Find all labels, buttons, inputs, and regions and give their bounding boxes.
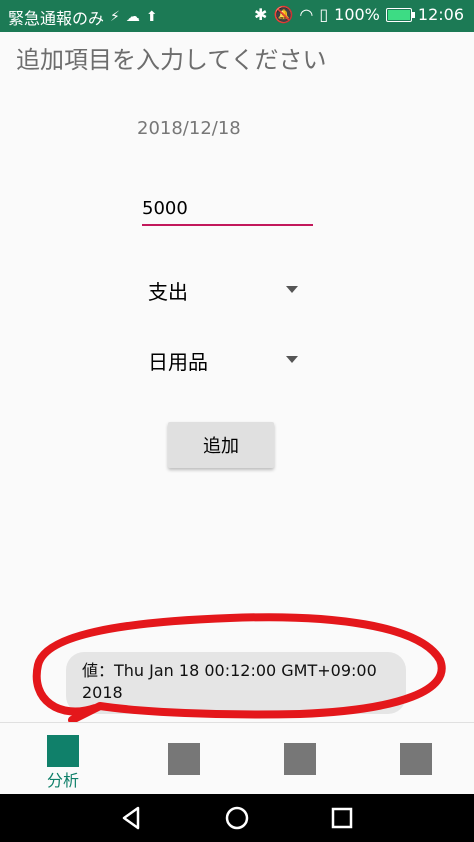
nav-label-analysis: 分析: [46, 771, 79, 790]
nav-item-4[interactable]: [357, 723, 474, 795]
usb-icon: ⚡: [110, 9, 120, 25]
mute-icon: 🔕: [273, 5, 294, 24]
toast-line-1: 値：Thu Jan 18 00:12:00 GMT+09:00: [82, 661, 377, 680]
square-icon: [400, 743, 432, 775]
nav-item-3[interactable]: [241, 723, 359, 795]
system-nav-bar: [0, 794, 474, 842]
status-left: 緊急通報のみ ⚡ ☁ ⬆: [8, 5, 158, 29]
type-selected-value: 支出: [148, 279, 188, 304]
toast-message: 値：Thu Jan 18 00:12:00 GMT+09:00 2018: [66, 652, 406, 714]
status-right: ✱ 🔕 ◠ ▯ 100% 12:06: [254, 5, 464, 24]
add-button[interactable]: 追加: [168, 422, 274, 468]
battery-fill: [387, 9, 410, 20]
wifi-icon: ◠: [299, 5, 314, 24]
cloud-icon: ☁: [125, 9, 140, 25]
clock: 12:06: [417, 5, 464, 24]
page-title: 追加項目を入力してください: [16, 46, 327, 74]
analysis-icon: [47, 735, 79, 767]
square-icon: [284, 743, 316, 775]
square-icon: [168, 743, 200, 775]
bluetooth-icon: ✱: [254, 5, 268, 24]
chevron-down-icon: [286, 286, 298, 293]
home-icon[interactable]: [221, 802, 253, 834]
nav-item-analysis[interactable]: 分析: [4, 723, 122, 795]
amount-input[interactable]: [142, 192, 313, 226]
status-bar: 緊急通報のみ ⚡ ☁ ⬆ ✱ 🔕 ◠ ▯ 100% 12:06: [0, 0, 474, 32]
chevron-down-icon: [286, 356, 298, 363]
toast-line-2: 2018: [82, 683, 123, 702]
download-icon: ⬆: [145, 9, 158, 25]
category-dropdown[interactable]: 日用品: [148, 340, 298, 380]
bottom-navigation: 分析: [0, 722, 474, 795]
carrier-text: 緊急通報のみ: [8, 9, 105, 28]
battery-percent: 100%: [334, 5, 380, 24]
nav-item-2[interactable]: [125, 723, 243, 795]
category-selected-value: 日用品: [148, 349, 208, 374]
sim-icon: ▯: [319, 5, 329, 24]
back-icon[interactable]: [116, 802, 148, 834]
date-picker[interactable]: 2018/12/18: [137, 118, 241, 139]
battery-icon: [385, 7, 415, 22]
recents-icon[interactable]: [326, 802, 358, 834]
type-dropdown[interactable]: 支出: [148, 270, 298, 310]
